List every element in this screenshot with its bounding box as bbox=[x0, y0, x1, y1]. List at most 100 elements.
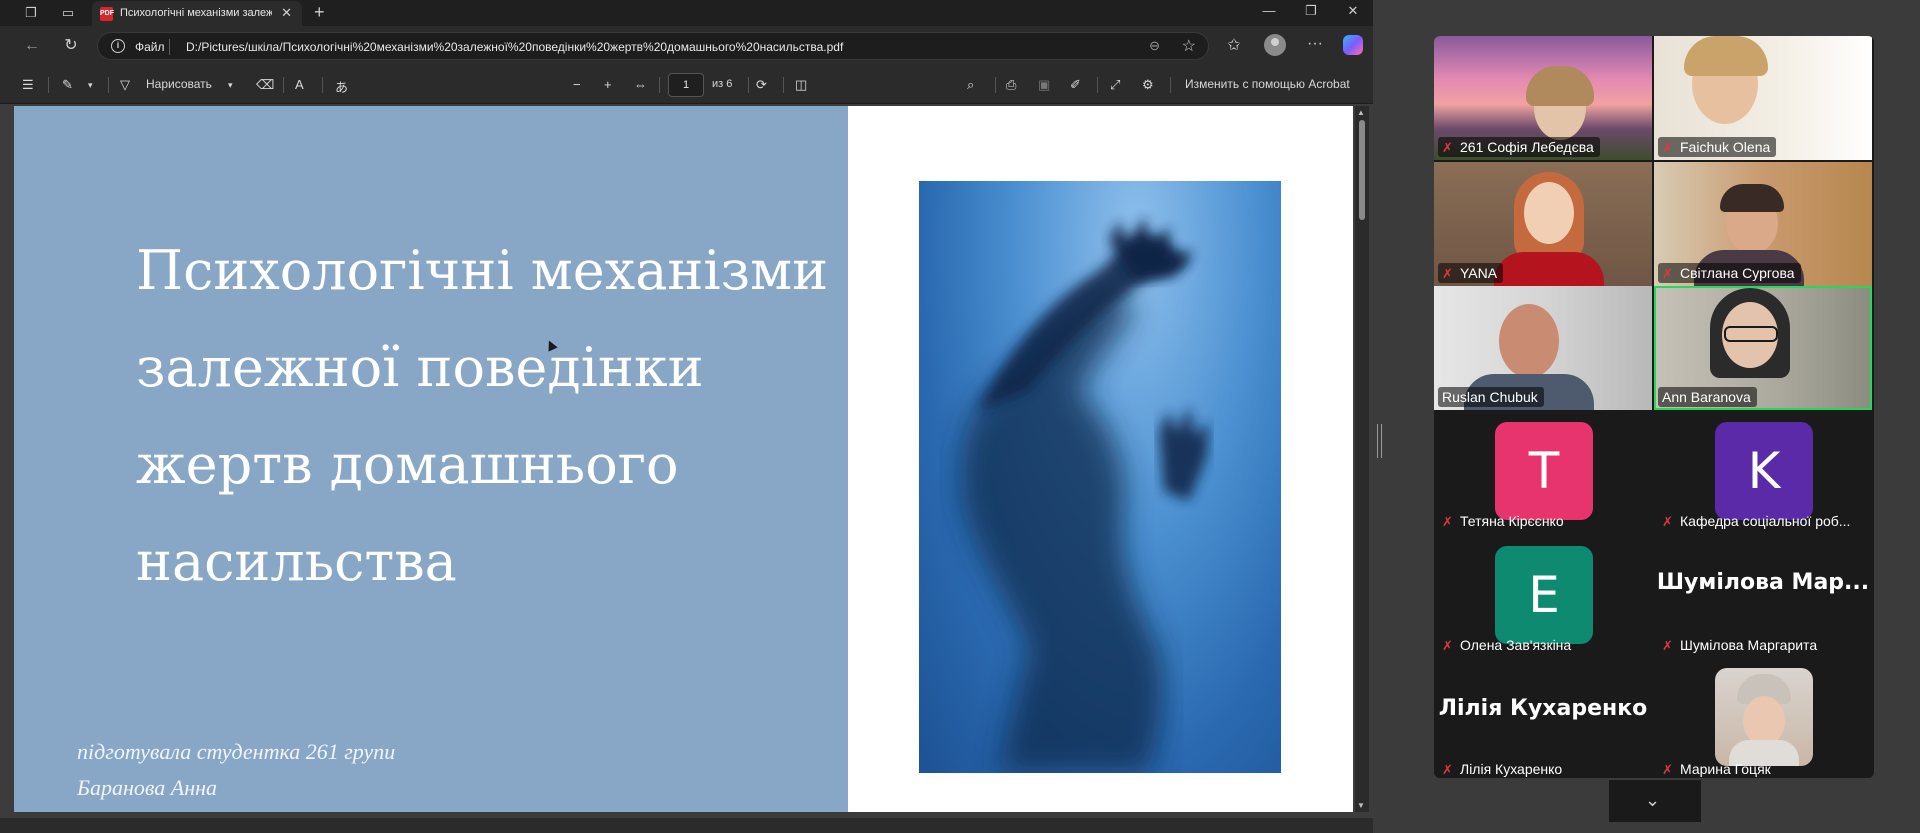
participant-tile[interactable]: Лілія Кухаренко ✗ Лілія Кухаренко bbox=[1434, 658, 1652, 778]
translate-icon[interactable]: あ bbox=[335, 77, 348, 96]
minimize-icon[interactable]: — bbox=[1259, 3, 1279, 18]
pdf-viewer[interactable]: Психологічні механізми залежної поведінк… bbox=[0, 104, 1373, 818]
url-text: D:/Pictures/шкіла/Психологічні%20механіз… bbox=[186, 40, 844, 54]
muted-mic-icon: ✗ bbox=[1662, 638, 1673, 653]
muted-mic-icon: ✗ bbox=[1442, 140, 1453, 155]
draw-button[interactable]: Нарисовать bbox=[146, 77, 212, 91]
participant-name: ✗ Кафедра соціальної роб... bbox=[1658, 511, 1856, 531]
address-input[interactable]: i Файл D:/Pictures/шкіла/Психологічні%20… bbox=[97, 32, 1209, 60]
fit-width-icon[interactable]: ⇔ bbox=[634, 77, 647, 92]
participant-name-text: Марина Гоцяк bbox=[1680, 761, 1771, 777]
zoom-out-icon[interactable]: − bbox=[573, 77, 581, 92]
participant-gallery: ✗ 261 Софія Лебедєва ✗ Faichuk Olena ✗ YANA… bbox=[1434, 36, 1874, 778]
zoom-in-icon[interactable]: + bbox=[604, 77, 612, 92]
participant-name: ✗ Олена Зав'язкіна bbox=[1438, 635, 1577, 655]
scroll-up-icon[interactable]: ▲ bbox=[1357, 108, 1365, 117]
participant-hair bbox=[1526, 66, 1594, 106]
participant-name-text: YANA bbox=[1460, 265, 1498, 281]
participant-photo bbox=[1715, 668, 1813, 766]
participant-name-text: Faichuk Olena bbox=[1680, 139, 1771, 155]
participant-tile[interactable]: K ✗ Кафедра соціальної роб... bbox=[1654, 410, 1872, 534]
page-view-icon[interactable]: ◫ bbox=[795, 77, 807, 93]
settings-icon[interactable]: ⚙ bbox=[1142, 77, 1154, 93]
pdf-scrollbar[interactable]: ▲ ▼ bbox=[1355, 106, 1369, 812]
save-icon[interactable]: ▣ bbox=[1038, 77, 1050, 93]
participant-tile-active-speaker[interactable]: Ann Baranova bbox=[1654, 286, 1872, 410]
silhouette-photo bbox=[919, 181, 1281, 773]
panel-splitter-handle[interactable] bbox=[1377, 424, 1382, 458]
save-as-icon[interactable]: ✐ bbox=[1070, 77, 1081, 93]
participant-name: ✗ Faichuk Olena bbox=[1658, 137, 1777, 157]
muted-mic-icon: ✗ bbox=[1442, 762, 1453, 777]
read-aloud-icon[interactable]: A bbox=[295, 77, 304, 92]
participant-name-text: Ann Baranova bbox=[1662, 389, 1751, 405]
page-total: из 6 bbox=[712, 78, 733, 90]
participant-name: ✗ Лілія Кухаренко bbox=[1438, 759, 1568, 778]
highlight-icon[interactable]: ✎ bbox=[62, 77, 73, 93]
participant-tile[interactable]: T ✗ Тетяна Кірєєнко bbox=[1434, 410, 1652, 534]
info-icon[interactable]: i bbox=[111, 39, 125, 53]
participant-tile[interactable]: ✗ 261 Софія Лебедєва bbox=[1434, 36, 1652, 160]
muted-mic-icon: ✗ bbox=[1442, 266, 1453, 281]
slide-title-line: залежної поведінки bbox=[136, 336, 704, 399]
participant-tile[interactable]: ✗ Faichuk Olena bbox=[1654, 36, 1872, 160]
glasses-icon bbox=[1724, 326, 1778, 342]
divider bbox=[48, 77, 49, 93]
maximize-icon[interactable]: ❐ bbox=[1301, 3, 1321, 19]
tab-actions-icon[interactable]: ▭ bbox=[59, 4, 77, 22]
participant-tile[interactable]: Ruslan Chubuk bbox=[1434, 286, 1652, 410]
contents-icon[interactable]: ☰ bbox=[22, 77, 34, 93]
favorite-star-icon[interactable]: ☆ bbox=[1182, 36, 1196, 56]
eraser-icon[interactable]: ⌫ bbox=[256, 77, 274, 93]
profile-avatar-icon[interactable] bbox=[1264, 34, 1286, 56]
participant-name: ✗ Тетяна Кірєєнко bbox=[1438, 511, 1570, 531]
participant-tile[interactable]: Шумілова Мар... ✗ Шумілова Маргарита bbox=[1654, 534, 1872, 658]
refresh-icon[interactable]: ↻ bbox=[61, 36, 81, 56]
address-bar-row: ← ↻ i Файл D:/Pictures/шкіла/Психологічн… bbox=[0, 26, 1373, 66]
participant-name: ✗ Шумілова Маргарита bbox=[1658, 635, 1823, 655]
gallery-more-button[interactable]: ⌄ bbox=[1609, 780, 1701, 822]
divider bbox=[169, 39, 170, 55]
back-icon[interactable]: ← bbox=[22, 36, 42, 56]
scrollbar-thumb[interactable] bbox=[1359, 120, 1365, 220]
zoom-icon[interactable]: ⊖ bbox=[1149, 38, 1160, 54]
edit-with-acrobat-button[interactable]: Изменить с помощью Acrobat bbox=[1185, 77, 1350, 91]
chevron-down-icon[interactable]: ▾ bbox=[88, 80, 93, 91]
search-icon[interactable]: ⌕ bbox=[967, 77, 974, 93]
slide-title-line: Психологічні механізми bbox=[136, 239, 829, 302]
participant-tile[interactable]: ✗ Марина Гоцяк bbox=[1654, 658, 1872, 778]
slide-author-name: Баранова Анна bbox=[77, 775, 218, 800]
draw-icon[interactable]: ▽ bbox=[120, 77, 130, 93]
participant-name: ✗ 261 Софія Лебедєва bbox=[1438, 137, 1600, 157]
silhouette-image bbox=[960, 216, 1209, 773]
fullscreen-icon[interactable]: ⤢ bbox=[1110, 77, 1120, 93]
participant-tile[interactable]: ✗ Світлана Сургова bbox=[1654, 162, 1872, 286]
muted-mic-icon: ✗ bbox=[1442, 514, 1453, 529]
muted-mic-icon: ✗ bbox=[1662, 140, 1673, 155]
slide-title: Психологічні механізми залежної поведінк… bbox=[136, 222, 836, 610]
slide-title-line: насильства bbox=[136, 530, 457, 593]
scroll-down-icon[interactable]: ▼ bbox=[1357, 801, 1365, 810]
chevron-down-icon[interactable]: ▾ bbox=[228, 80, 233, 91]
participant-tile[interactable]: E ✗ Олена Зав'язкіна bbox=[1434, 534, 1652, 658]
print-icon[interactable]: ⎙ bbox=[1006, 77, 1016, 93]
participant-name: Ann Baranova bbox=[1658, 387, 1757, 407]
close-tab-icon[interactable]: ✕ bbox=[281, 5, 292, 21]
divider bbox=[748, 77, 749, 93]
participant-tile[interactable]: ✗ YANA bbox=[1434, 162, 1652, 286]
tab-title: Психологічні механізми залежн bbox=[120, 7, 272, 19]
tab-pdf[interactable]: PDF Психологічні механізми залежн ✕ bbox=[92, 1, 302, 26]
participant-name: ✗ Світлана Сургова bbox=[1658, 263, 1801, 283]
rotate-icon[interactable]: ⟳ bbox=[756, 77, 767, 93]
favorites-icon[interactable]: ✩ bbox=[1223, 35, 1245, 55]
scheme-label: Файл bbox=[135, 40, 165, 54]
workspaces-icon[interactable]: ❐ bbox=[22, 4, 40, 22]
more-menu-icon[interactable]: ··· bbox=[1304, 35, 1326, 53]
new-tab-icon[interactable]: + bbox=[314, 2, 325, 23]
participant-display-name: Шумілова Мар... bbox=[1656, 570, 1870, 595]
close-window-icon[interactable]: ✕ bbox=[1343, 3, 1363, 19]
divider bbox=[659, 77, 660, 93]
page-number-input[interactable]: 1 bbox=[668, 73, 704, 97]
copilot-icon[interactable] bbox=[1343, 35, 1363, 55]
participant-avatar: E bbox=[1495, 546, 1593, 644]
